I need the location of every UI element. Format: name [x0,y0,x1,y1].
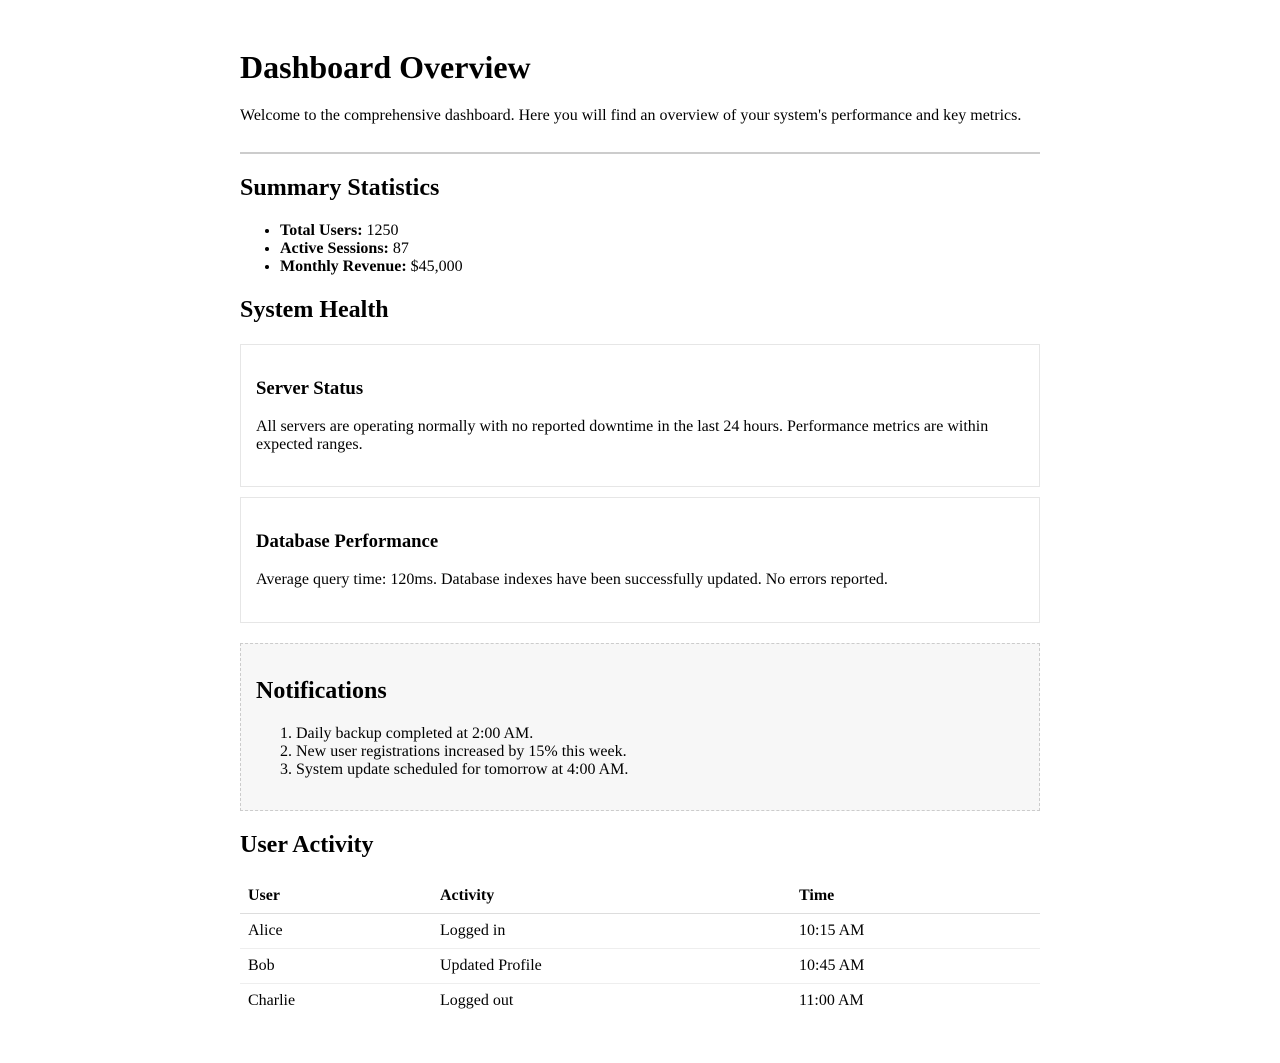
database-performance-card: Database Performance Average query time:… [240,497,1040,623]
table-row: Bob Updated Profile 10:45 AM [240,948,1040,984]
column-header-activity: Activity [432,879,791,914]
notifications-panel: Notifications Daily backup completed at … [240,643,1040,811]
stat-label: Monthly Revenue: [280,258,407,275]
column-header-user: User [240,879,432,914]
stat-value: 1250 [366,222,399,239]
user-activity-table: User Activity Time Alice Logged in 10:15… [240,879,1040,1018]
notification-item: Daily backup completed at 2:00 AM. [296,725,1024,743]
system-health-heading: System Health [240,297,389,323]
table-row: Charlie Logged out 11:00 AM [240,984,1040,1019]
cell-time: 10:15 AM [791,913,1040,949]
summary-heading: Summary Statistics [240,175,440,201]
table-row: Alice Logged in 10:15 AM [240,913,1040,949]
cell-activity: Updated Profile [432,948,791,984]
section-divider [240,152,1040,154]
stat-label: Active Sessions: [280,240,389,257]
card-title: Database Performance [256,531,439,552]
page-title: Dashboard Overview [240,49,531,85]
cell-time: 11:00 AM [799,992,864,1009]
stat-value: 87 [392,240,409,257]
stat-label: Total Users: [280,222,363,239]
summary-stats-list: Total Users: 1250 Active Sessions: 87 Mo… [240,222,1040,276]
stat-item-monthly-revenue: Monthly Revenue: $45,000 [280,258,1040,276]
cell-time: 10:45 AM [791,948,1040,984]
cell-user: Bob [240,948,432,984]
cell-activity: Logged out [440,992,514,1009]
stat-item-total-users: Total Users: 1250 [280,222,1040,240]
stat-value: $45,000 [410,258,463,275]
card-text: Average query time: 120ms. Database inde… [256,571,888,588]
notifications-list: Daily backup completed at 2:00 AM. New u… [256,725,1024,779]
stat-item-active-sessions: Active Sessions: 87 [280,240,1040,258]
notification-item: New user registrations increased by 15% … [296,743,1024,761]
server-status-card: Server Status All servers are operating … [240,344,1040,487]
card-title: Server Status [256,378,364,399]
user-activity-heading: User Activity [240,832,374,858]
cell-user: Charlie [248,992,296,1009]
dashboard-page: Dashboard Overview Welcome to the compre… [240,0,1040,1018]
card-text: All servers are operating normally with … [256,418,989,453]
cell-activity: Logged in [432,913,791,949]
table-header-row: User Activity Time [240,879,1040,914]
column-header-time: Time [791,879,1040,914]
intro-text: Welcome to the comprehensive dashboard. … [240,107,1022,124]
notification-item: System update scheduled for tomorrow at … [296,761,1024,779]
notifications-heading: Notifications [256,678,387,704]
cell-user: Alice [240,913,432,949]
